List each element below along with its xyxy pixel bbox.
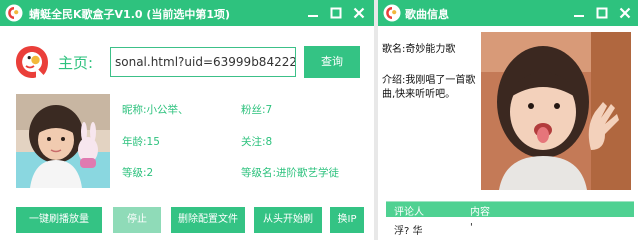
comment-table-header: 评论人 内容 [386,202,634,218]
comment-table[interactable]: 评论人 内容 浮? 华 ' [386,201,634,240]
following-text: 关注:8 [241,136,273,148]
minimize-icon[interactable] [303,3,323,23]
fans-text: 粉丝:7 [241,104,273,116]
song-titlebar[interactable]: 歌曲信息 [378,0,638,26]
nickname-text: 昵称:小公举、 [122,104,189,116]
song-intro-line-1: 介绍:我刚唱了一首歌 [382,75,476,86]
song-cover-image [481,32,631,190]
content-cell[interactable]: ' [470,222,473,233]
one-click-play-button[interactable]: 一键刷播放量 [16,207,102,233]
app-logo-icon [5,4,23,22]
close-icon[interactable] [615,3,635,23]
age-text: 年龄:15 [122,136,160,148]
homepage-url-input[interactable]: sonal.html?uid=63999b84222f3e8d [110,47,296,77]
app-logo-icon [383,4,401,22]
song-name-text: 歌名:奇妙能力歌 [382,44,456,55]
change-ip-button[interactable]: 换IP [330,207,364,233]
restart-button[interactable]: 从头开始刷 [254,207,322,233]
maximize-icon[interactable] [592,3,612,23]
close-icon[interactable] [349,3,369,23]
level-text: 等级:2 [122,167,154,179]
commenter-column-header: 评论人 [394,207,424,218]
main-window: 蜻蜓全民K歌盒子V1.0 (当前选中第1项) 主页: sonal.html?ui… [0,0,374,240]
song-window-title: 歌曲信息 [405,8,449,21]
minimize-icon[interactable] [569,3,589,23]
maximize-icon[interactable] [326,3,346,23]
commenter-cell[interactable]: 浮? 华 [394,222,423,237]
level-name-text: 等级名:进阶歌艺学徒 [241,167,340,179]
delete-config-button[interactable]: 删除配置文件 [171,207,245,233]
main-titlebar[interactable]: 蜻蜓全民K歌盒子V1.0 (当前选中第1项) [0,0,374,26]
home-label: 主页: [58,54,94,72]
content-column-header: 内容 [470,207,490,218]
stop-button[interactable]: 停止 [113,207,161,233]
main-window-title: 蜻蜓全民K歌盒子V1.0 (当前选中第1项) [29,8,231,21]
song-intro-line-2: 曲,快来听听吧。 [382,89,456,100]
kge-logo-icon [16,46,48,78]
query-button[interactable]: 查询 [304,46,360,78]
user-avatar [16,94,110,188]
